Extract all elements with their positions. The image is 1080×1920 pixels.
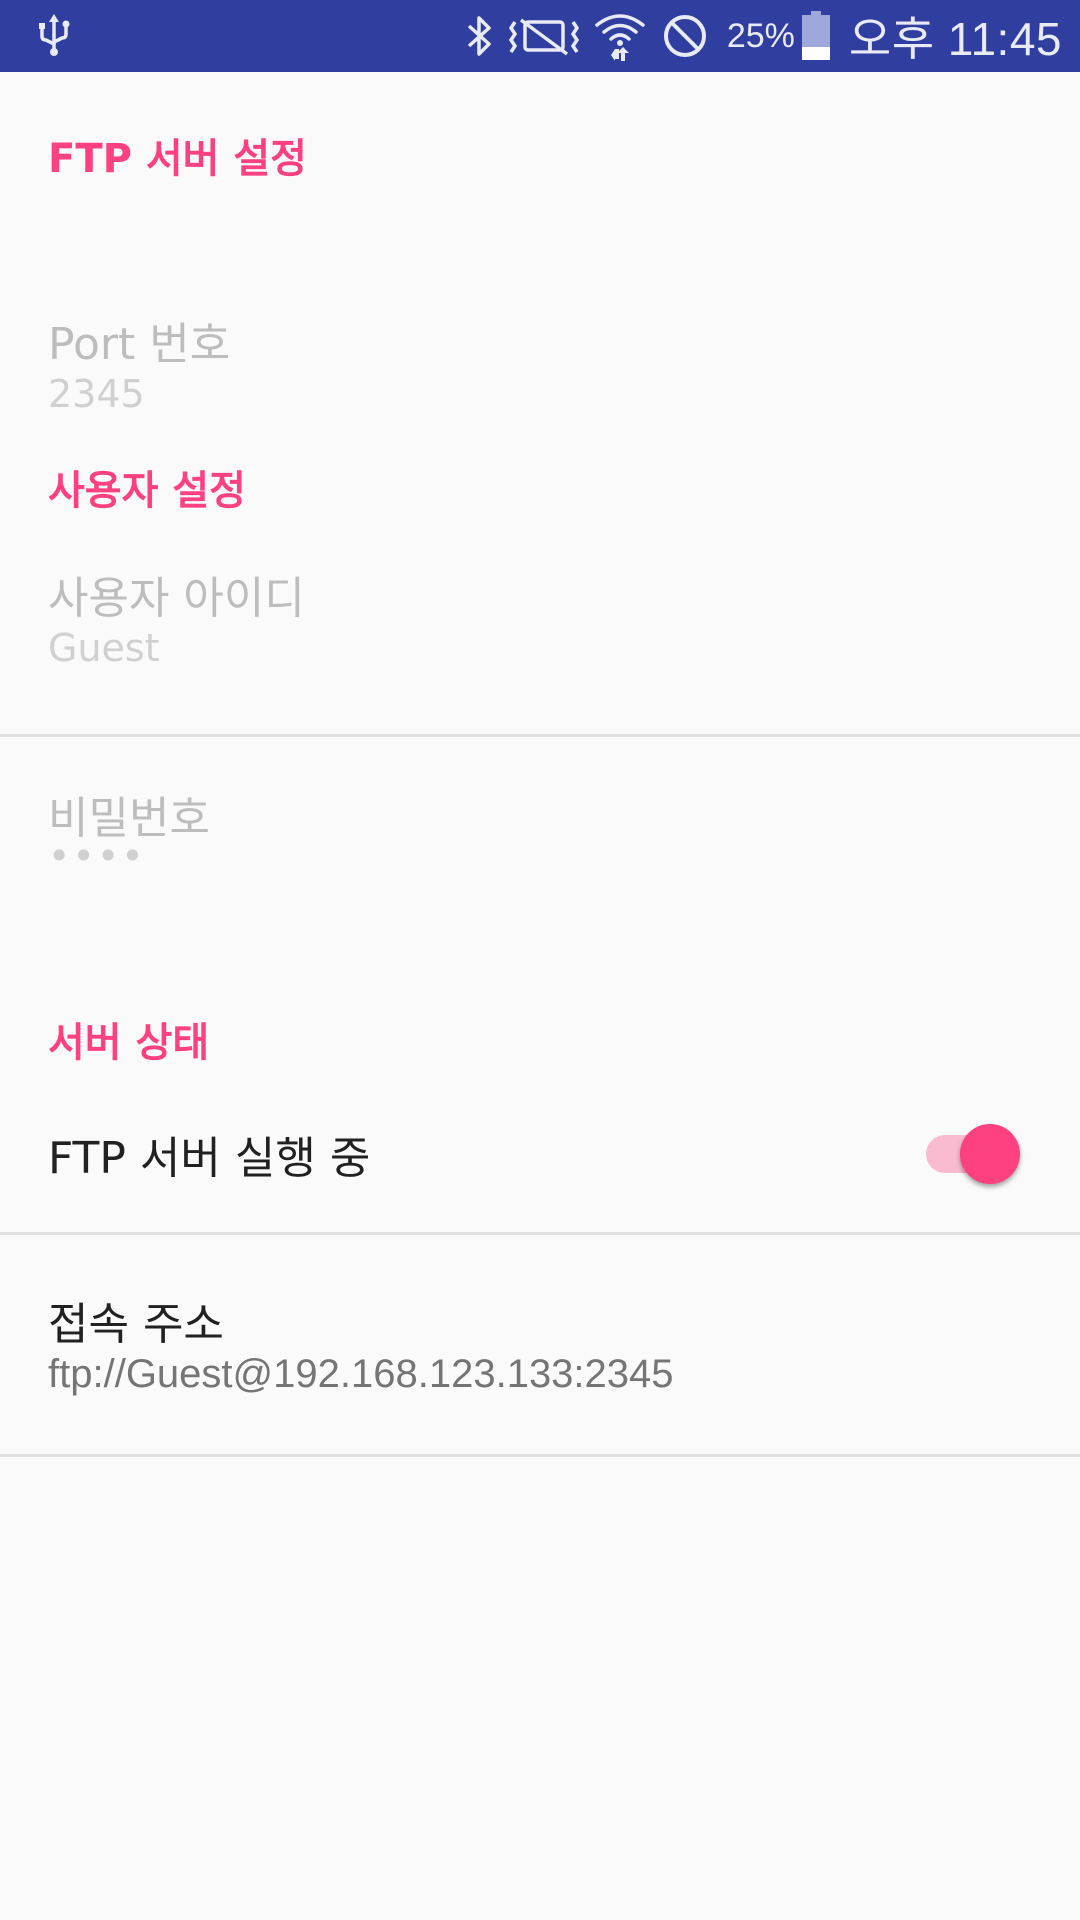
divider [0, 1454, 1080, 1457]
access-address-title: 접속 주소 [48, 1299, 224, 1350]
divider [0, 1232, 1080, 1235]
category-server-status: 서버 상태 [48, 1020, 210, 1066]
do-not-disturb-icon [661, 12, 709, 60]
divider [0, 734, 1080, 737]
user-id-value: Guest [48, 626, 160, 670]
category-user-settings: 사용자 설정 [48, 468, 246, 514]
status-bar: 25% 오후 11:45 [0, 0, 1080, 72]
switch-thumb [960, 1124, 1020, 1184]
ftp-server-running-switch[interactable] [920, 1122, 1024, 1186]
battery-icon [801, 11, 831, 61]
ftp-server-running-title: FTP 서버 실행 중 [48, 1133, 371, 1184]
usb-icon [34, 14, 74, 58]
wifi-icon [593, 9, 647, 63]
clock: 오후 11:45 [848, 13, 1062, 65]
battery-percent: 25% [726, 16, 795, 55]
password-value: •••• [48, 834, 146, 878]
port-number-preference: Port 번호 2345 [0, 232, 1080, 442]
access-address-value: ftp://Guest@192.168.123.133:2345 [48, 1352, 674, 1396]
vibrate-icon [508, 14, 579, 58]
user-id-title: 사용자 아이디 [48, 573, 305, 624]
category-ftp-server-settings: FTP 서버 설정 [48, 136, 307, 182]
bluetooth-icon [463, 14, 495, 58]
port-number-title: Port 번호 [48, 319, 231, 370]
port-number-value: 2345 [48, 372, 145, 416]
